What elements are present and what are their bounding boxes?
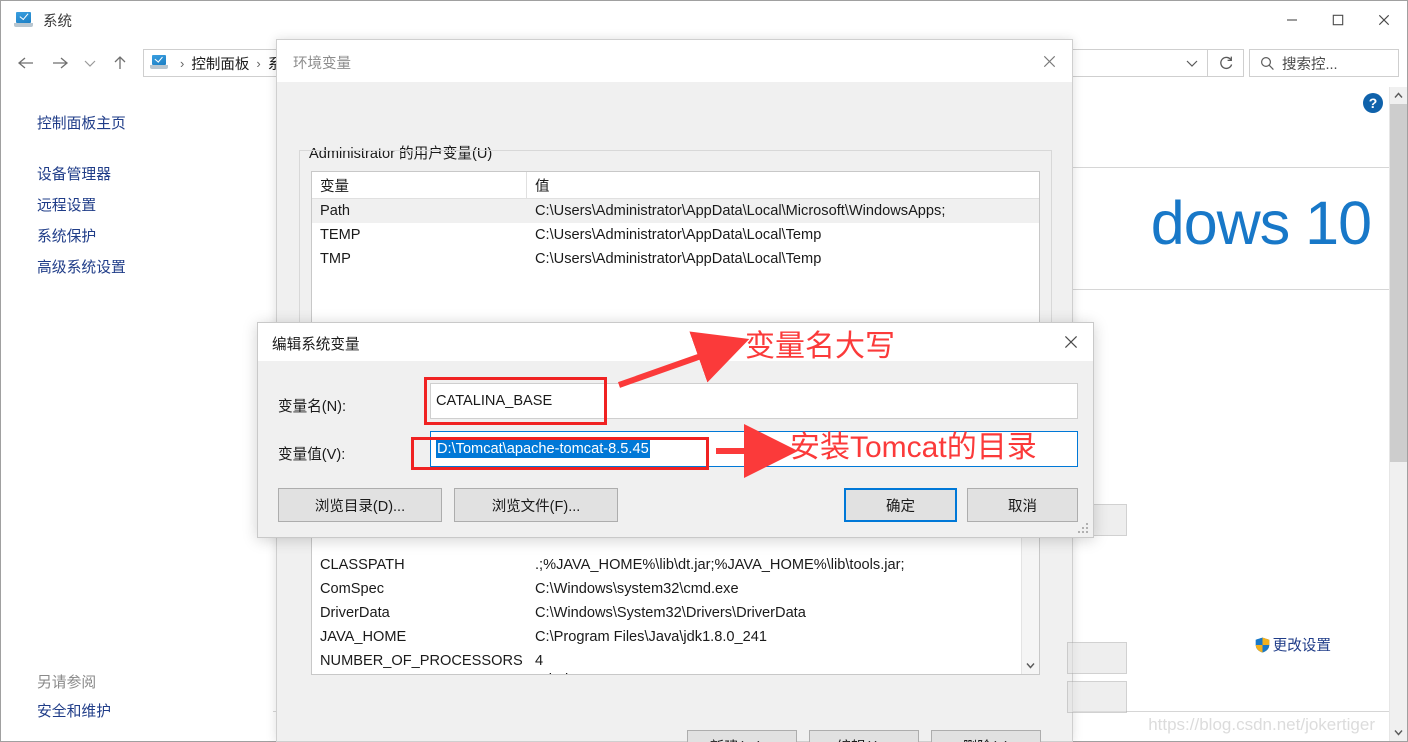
- edit-system-variable-dialog: 编辑系统变量 变量名(N): CATALINA_BASE 变量值(V): D:\…: [257, 322, 1094, 538]
- forward-arrow-icon[interactable]: [43, 46, 77, 80]
- back-arrow-icon[interactable]: [9, 46, 43, 80]
- close-icon[interactable]: [1026, 40, 1072, 82]
- resize-grip-icon[interactable]: [1078, 523, 1089, 534]
- cell-variable-name: CLASSPATH: [320, 557, 405, 573]
- browse-directory-button[interactable]: 浏览目录(D)...: [278, 488, 442, 522]
- window-title: 系统: [43, 13, 72, 30]
- hidden-delete-button[interactable]: [1067, 681, 1127, 713]
- cancel-button[interactable]: 取消: [967, 488, 1078, 522]
- table-row[interactable]: OS Windows_NT: [312, 673, 1039, 674]
- breadcrumb-control-panel[interactable]: 控制面板: [191, 53, 249, 74]
- address-system-icon: [150, 54, 168, 71]
- screen-root: 系统 › 控制面板 › 系 搜索控... 控制面板主页 设备管理器 远程设置 系…: [0, 0, 1408, 742]
- window-controls: [1269, 1, 1407, 39]
- sidebar-item-advanced-system-settings[interactable]: 高级系统设置: [37, 256, 126, 277]
- annotation-text-variable-name: 变量名大写: [745, 330, 895, 363]
- scroll-down-icon[interactable]: [1390, 724, 1407, 741]
- cell-variable-value: Windows_NT: [527, 673, 1039, 674]
- cell-variable-value: C:\Program Files\Java\jdk1.8.0_241: [535, 629, 767, 645]
- table-row[interactable]: DriverData C:\Windows\System32\Drivers\D…: [312, 601, 1039, 625]
- delete-button[interactable]: 删除(L): [931, 730, 1041, 742]
- table-row[interactable]: Path C:\Users\Administrator\AppData\Loca…: [312, 199, 1039, 223]
- user-variables-list[interactable]: 变量 值 Path C:\Users\Administrator\AppData…: [311, 171, 1040, 339]
- search-icon: [1260, 56, 1275, 71]
- cell-variable-value: C:\Users\Administrator\AppData\Local\Tem…: [535, 251, 822, 267]
- table-row[interactable]: TEMP C:\Users\Administrator\AppData\Loca…: [312, 223, 1039, 247]
- variable-name-field[interactable]: CATALINA_BASE: [430, 383, 1078, 419]
- user-variables-header: 变量 值: [312, 172, 1039, 199]
- system-monitor-icon: [14, 10, 34, 29]
- sidebar-item-security-and-maintenance[interactable]: 安全和维护: [37, 700, 111, 721]
- search-input[interactable]: 搜索控...: [1249, 49, 1399, 77]
- scroll-up-icon[interactable]: [1390, 87, 1407, 104]
- cell-variable-name: JAVA_HOME: [320, 629, 407, 645]
- ok-button[interactable]: 确定: [844, 488, 957, 522]
- window-vertical-scrollbar[interactable]: [1389, 87, 1407, 741]
- cell-variable-value: C:\Windows\System32\Drivers\DriverData: [535, 605, 806, 621]
- cell-variable-name: TEMP: [320, 227, 361, 243]
- minimize-icon[interactable]: [1269, 1, 1315, 39]
- sidebar: 控制面板主页 设备管理器 远程设置 系统保护 高级系统设置 另请参阅 安全和维护: [1, 87, 281, 741]
- recent-locations-chevron-down-icon[interactable]: [77, 46, 103, 80]
- shield-icon: [1255, 637, 1270, 653]
- scroll-down-icon[interactable]: [1022, 657, 1039, 674]
- edit-button[interactable]: 编辑(I)...: [809, 730, 919, 742]
- cell-variable-value: C:\Users\Administrator\AppData\Local\Tem…: [535, 227, 822, 243]
- table-row[interactable]: CLASSPATH .;%JAVA_HOME%\lib\dt.jar;%JAVA…: [312, 553, 1039, 577]
- refresh-icon[interactable]: [1208, 49, 1244, 77]
- variable-value-label: 变量值(V):: [278, 447, 346, 463]
- see-also-label: 另请参阅: [37, 675, 97, 691]
- cell-variable-value: 4: [535, 653, 544, 669]
- annotation-text-variable-value: 安装Tomcat的目录: [790, 431, 1037, 464]
- env-dialog-title: 环境变量: [293, 56, 351, 72]
- edit-dialog-title: 编辑系统变量: [272, 337, 360, 353]
- variable-name-value: CATALINA_BASE: [436, 393, 553, 409]
- table-row[interactable]: NUMBER_OF_PROCESSORS 4: [312, 649, 1039, 673]
- cell-variable-value: C:\Windows\system32\cmd.exe: [535, 581, 739, 597]
- edit-dialog-titlebar: 编辑系统变量: [258, 323, 1093, 361]
- cell-variable-value: C:\Users\Administrator\AppData\Local\Mic…: [535, 203, 946, 219]
- change-settings-label: 更改设置: [1272, 638, 1331, 654]
- variable-name-label: 变量名(N):: [278, 399, 347, 415]
- breadcrumb-separator: ›: [180, 55, 185, 71]
- close-icon[interactable]: [1361, 1, 1407, 39]
- sidebar-item-remote-settings[interactable]: 远程设置: [37, 194, 96, 215]
- cell-variable-name: TMP: [320, 251, 351, 267]
- address-chevron-down-icon[interactable]: [1177, 50, 1207, 76]
- hidden-edit-button[interactable]: [1067, 642, 1127, 674]
- cell-variable-name: Path: [320, 203, 351, 219]
- sidebar-item-control-panel-home[interactable]: 控制面板主页: [37, 112, 126, 133]
- cell-variable-value: .;%JAVA_HOME%\lib\dt.jar;%JAVA_HOME%\lib…: [535, 557, 905, 573]
- watermark-text: https://blog.csdn.net/jokertiger: [1148, 715, 1375, 734]
- close-icon[interactable]: [1049, 323, 1093, 361]
- window-titlebar: 系统: [1, 1, 1407, 39]
- column-header-variable[interactable]: 变量: [312, 172, 527, 198]
- up-arrow-icon[interactable]: [103, 46, 137, 80]
- table-row[interactable]: TMP C:\Users\Administrator\AppData\Local…: [312, 247, 1039, 271]
- table-row[interactable]: ComSpec C:\Windows\system32\cmd.exe: [312, 577, 1039, 601]
- address-bar-actions: [1177, 50, 1207, 76]
- browse-file-button[interactable]: 浏览文件(F)...: [454, 488, 618, 522]
- column-header-value[interactable]: 值: [527, 172, 1039, 198]
- search-placeholder: 搜索控...: [1282, 56, 1338, 73]
- change-settings-link[interactable]: 更改设置: [1255, 634, 1331, 655]
- breadcrumb-separator-2: ›: [256, 55, 261, 71]
- cell-variable-name: DriverData: [320, 605, 390, 621]
- cell-variable-name: ComSpec: [320, 581, 385, 597]
- windows-brand-text: dows 10: [1150, 189, 1372, 257]
- new-button[interactable]: 新建(W)...: [687, 730, 797, 742]
- sidebar-item-device-manager[interactable]: 设备管理器: [37, 163, 111, 184]
- cell-variable-name: OS: [312, 673, 527, 674]
- table-row[interactable]: JAVA_HOME C:\Program Files\Java\jdk1.8.0…: [312, 625, 1039, 649]
- maximize-icon[interactable]: [1315, 1, 1361, 39]
- scrollbar-thumb[interactable]: [1390, 104, 1407, 462]
- cell-variable-name: NUMBER_OF_PROCESSORS: [320, 653, 523, 669]
- sidebar-item-system-protection[interactable]: 系统保护: [37, 225, 96, 246]
- env-dialog-titlebar: 环境变量: [277, 40, 1072, 83]
- help-icon[interactable]: ?: [1363, 93, 1383, 113]
- variable-value-value: D:\Tomcat\apache-tomcat-8.5.45: [436, 440, 650, 458]
